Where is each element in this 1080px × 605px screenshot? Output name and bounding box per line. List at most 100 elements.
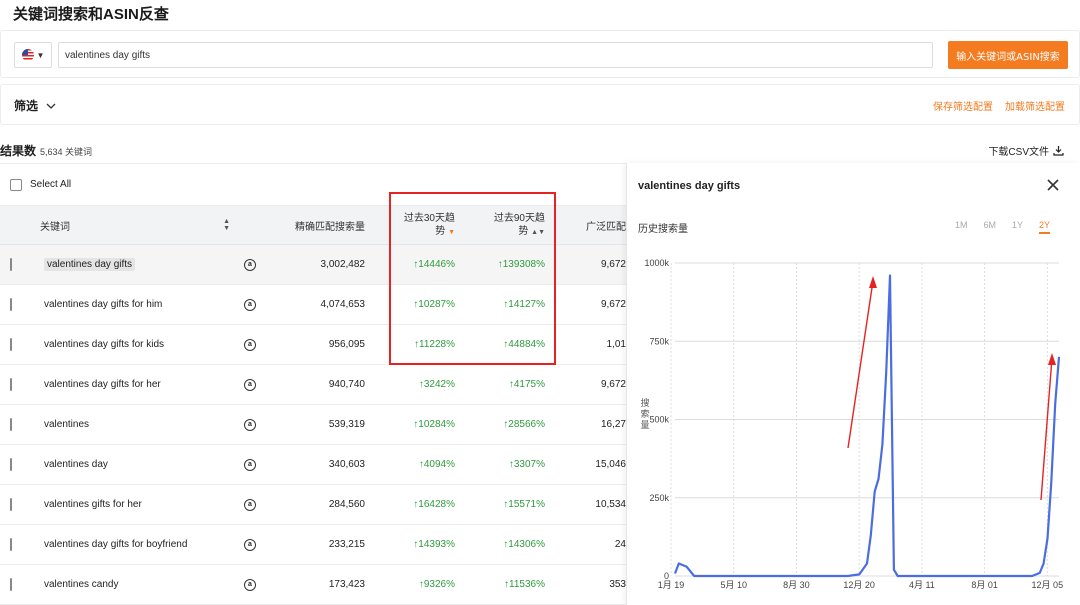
amazon-icon[interactable]: a xyxy=(244,338,256,351)
exact-volume-cell: 284,560 xyxy=(328,499,365,510)
close-icon[interactable] xyxy=(1045,177,1061,193)
search-input[interactable] xyxy=(58,42,933,68)
trend30-cell: ↑11228% xyxy=(414,339,455,350)
row-checkbox[interactable] xyxy=(10,378,12,391)
amazon-icon[interactable]: a xyxy=(244,458,256,471)
table-row[interactable]: valentines candy a 173,423 ↑9326% ↑11536… xyxy=(0,565,626,605)
keyword-table: Select All 关键词 ▲ ▼ 精确匹配搜索量 过去30天趋 势 ▼ 过去9… xyxy=(0,163,626,605)
y-tick-label: 1000k xyxy=(644,258,669,268)
row-checkbox[interactable] xyxy=(10,578,12,591)
history-label: 历史搜索量 xyxy=(638,224,688,235)
y-tick-label: 250k xyxy=(649,493,669,503)
row-checkbox[interactable] xyxy=(10,538,12,551)
amazon-icon[interactable]: a xyxy=(244,538,256,551)
trend90-cell: ↑14127% xyxy=(503,299,545,310)
sort-desc-icon[interactable]: ▼ xyxy=(448,229,455,236)
table-header: 关键词 ▲ ▼ 精确匹配搜索量 过去30天趋 势 ▼ 过去90天趋 势 ▲▼ 广泛… xyxy=(0,206,626,245)
results-label: 结果数 xyxy=(0,144,37,158)
sort-icon[interactable]: ▲▼ xyxy=(531,229,545,236)
broad-volume-cell: 10,534 xyxy=(595,499,626,510)
amazon-icon[interactable]: a xyxy=(244,418,256,431)
y-axis-label: 量 xyxy=(640,420,649,430)
x-tick-label: 8月 30 xyxy=(783,580,810,590)
keyword-cell[interactable]: valentines day gifts for her xyxy=(44,379,161,390)
annotation-arrow xyxy=(1040,357,1053,501)
broad-volume-cell: 16,27 xyxy=(600,419,626,430)
filter-toggle[interactable]: 筛选 xyxy=(14,97,56,114)
save-filter-link[interactable]: 保存筛选配置 xyxy=(933,98,993,113)
keyword-cell[interactable]: valentines gifts for her xyxy=(44,499,142,510)
keyword-cell[interactable]: valentines xyxy=(44,419,89,430)
exact-volume-cell: 340,603 xyxy=(328,459,365,470)
x-tick-label: 8月 01 xyxy=(971,580,998,590)
header-keyword[interactable]: 关键词 ▲ ▼ xyxy=(40,218,240,233)
page-title: 关键词搜索和ASIN反查 xyxy=(13,6,169,23)
amazon-icon[interactable]: a xyxy=(244,578,256,591)
table-row[interactable]: valentines day gifts for boyfriend a 233… xyxy=(0,525,626,565)
keyword-cell[interactable]: valentines day xyxy=(44,459,108,470)
exact-volume-cell: 940,740 xyxy=(328,379,365,390)
table-row[interactable]: valentines day gifts for kids a 956,095 … xyxy=(0,325,626,365)
amazon-icon[interactable]: a xyxy=(244,498,256,511)
table-row[interactable]: valentines day gifts a 3,002,482 ↑14446%… xyxy=(0,245,626,285)
x-tick-label: 1月 19 xyxy=(658,580,685,590)
table-row[interactable]: valentines gifts for her a 284,560 ↑1642… xyxy=(0,485,626,525)
select-all-row[interactable]: Select All xyxy=(0,164,626,206)
row-checkbox[interactable] xyxy=(10,458,12,471)
load-filter-link[interactable]: 加载筛选配置 xyxy=(1005,98,1065,113)
range-tab-1y[interactable]: 1Y xyxy=(1012,220,1023,234)
trend90-cell: ↑44884% xyxy=(503,339,545,350)
annotation-arrowhead xyxy=(869,276,877,288)
row-checkbox[interactable] xyxy=(10,498,12,511)
x-tick-label: 12月 20 xyxy=(843,580,875,590)
exact-volume-cell: 539,319 xyxy=(328,419,365,430)
table-row[interactable]: valentines day gifts for her a 940,740 ↑… xyxy=(0,365,626,405)
trend90-cell: ↑139308% xyxy=(497,259,545,270)
table-row[interactable]: valentines day a 340,603 ↑4094% ↑3307% 1… xyxy=(0,445,626,485)
y-axis-label: 搜 xyxy=(640,397,649,408)
amazon-icon[interactable]: a xyxy=(244,298,256,311)
keyword-cell[interactable]: valentines day gifts xyxy=(44,258,136,271)
range-tab-6m[interactable]: 6M xyxy=(984,220,997,234)
keyword-cell[interactable]: valentines day gifts for kids xyxy=(44,339,164,350)
exact-volume-cell: 233,215 xyxy=(328,539,365,550)
header-broad[interactable]: 广泛匹配 xyxy=(555,218,626,233)
marketplace-select[interactable]: ▼ xyxy=(14,42,52,68)
header-exact[interactable]: 精确匹配搜索量 xyxy=(260,218,375,233)
broad-volume-cell: 353 xyxy=(609,579,626,590)
panel-title: valentines day gifts xyxy=(638,180,741,192)
annotation-arrowhead xyxy=(1048,353,1056,365)
broad-volume-cell: 9,672 xyxy=(600,259,626,270)
broad-volume-cell: 15,046 xyxy=(595,459,626,470)
trend90-cell: ↑28566% xyxy=(503,419,545,430)
header-trend90[interactable]: 过去90天趋 势 ▲▼ xyxy=(465,212,555,239)
row-checkbox[interactable] xyxy=(10,298,12,311)
table-row[interactable]: valentines a 539,319 ↑10284% ↑28566% 16,… xyxy=(0,405,626,445)
exact-volume-cell: 3,002,482 xyxy=(320,259,366,270)
row-checkbox[interactable] xyxy=(10,418,12,431)
trend30-cell: ↑16428% xyxy=(413,499,455,510)
row-checkbox[interactable] xyxy=(10,258,12,271)
keyword-cell[interactable]: valentines candy xyxy=(44,579,119,590)
sort-icon[interactable]: ▲▼ xyxy=(223,218,230,233)
filter-card: 筛选 保存筛选配置 加载筛选配置 xyxy=(0,84,1080,125)
header-trend30[interactable]: 过去30天趋 势 ▼ xyxy=(375,212,465,239)
broad-volume-cell: 24 xyxy=(614,539,626,550)
range-tab-2y[interactable]: 2Y xyxy=(1039,220,1051,234)
x-tick-label: 5月 10 xyxy=(720,580,747,590)
results-count: 5,634 关键词 xyxy=(40,147,93,157)
select-all-label: Select All xyxy=(30,179,72,190)
trend30-cell: ↑14446% xyxy=(413,259,455,270)
search-button[interactable]: 输入关键词或ASIN搜索 xyxy=(948,41,1068,69)
range-tab-1m[interactable]: 1M xyxy=(955,220,968,234)
amazon-icon[interactable]: a xyxy=(244,378,256,391)
keyword-cell[interactable]: valentines day gifts for him xyxy=(44,299,162,310)
download-csv-button[interactable]: 下载CSV文件 xyxy=(988,143,1064,158)
annotation-arrow xyxy=(847,280,874,449)
broad-volume-cell: 9,672 xyxy=(600,299,626,310)
amazon-icon[interactable]: a xyxy=(244,258,256,271)
select-all-checkbox[interactable] xyxy=(10,178,22,191)
table-row[interactable]: valentines day gifts for him a 4,074,653… xyxy=(0,285,626,325)
row-checkbox[interactable] xyxy=(10,338,12,351)
keyword-cell[interactable]: valentines day gifts for boyfriend xyxy=(44,539,187,550)
